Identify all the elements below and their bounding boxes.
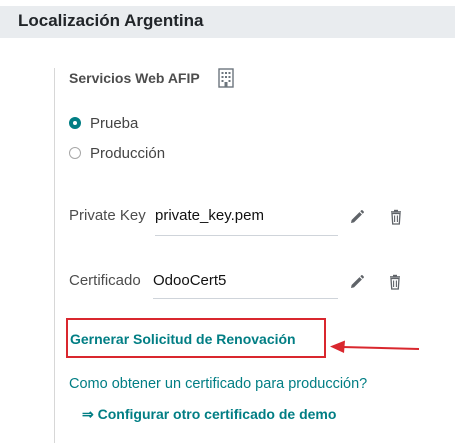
certificate-value: OdooCert5 [153, 272, 227, 289]
private-key-field[interactable]: private_key.pem [155, 205, 338, 236]
trash-icon[interactable] [388, 209, 404, 225]
arrow-left-icon [330, 340, 420, 353]
trash-icon[interactable] [387, 274, 403, 290]
radio-prueba[interactable]: Prueba [69, 113, 138, 133]
demo-certificate-link[interactable]: ⇒ Configurar otro certificado de demo [82, 406, 336, 423]
private-key-value: private_key.pem [155, 207, 264, 224]
afip-subtitle: Servicios Web AFIP [69, 70, 200, 86]
group-divider [54, 68, 55, 443]
pencil-icon[interactable] [349, 209, 365, 225]
section-header: Localización Argentina [0, 6, 455, 38]
private-key-label: Private Key [69, 207, 146, 224]
renew-request-link[interactable]: Gernerar Solicitud de Renovación [70, 331, 296, 347]
production-certificate-link[interactable]: Como obtener un certificado para producc… [69, 376, 367, 392]
radio-produccion-label: Producción [90, 144, 166, 162]
radio-prueba-label: Prueba [90, 114, 139, 132]
radio-unchecked-indicator[interactable] [69, 147, 81, 159]
certificate-field[interactable]: OdooCert5 [153, 270, 338, 299]
pencil-icon[interactable] [349, 274, 365, 290]
section-title: Localización Argentina [18, 11, 204, 30]
radio-produccion[interactable]: Producción [69, 143, 165, 163]
radio-checked-indicator[interactable] [69, 117, 81, 129]
building-icon [218, 68, 234, 88]
certificate-label: Certificado [69, 272, 141, 289]
